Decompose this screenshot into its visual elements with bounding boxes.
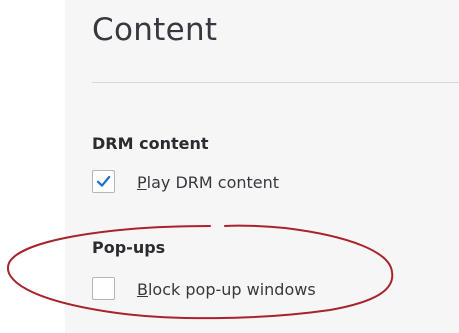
- checkmark-icon: [96, 175, 111, 187]
- block-popups-checkbox[interactable]: [92, 277, 115, 300]
- popups-label-accesskey: B: [137, 280, 148, 299]
- popups-label-text: lock pop-up windows: [147, 280, 316, 299]
- popups-section-heading: Pop-ups: [92, 238, 166, 257]
- drm-checkbox[interactable]: [92, 170, 115, 193]
- title-divider: [92, 82, 459, 83]
- drm-label-text: lay DRM content: [146, 173, 280, 192]
- block-popups-label[interactable]: Block pop-up windows: [137, 280, 316, 299]
- drm-section-heading: DRM content: [92, 134, 209, 153]
- drm-label-accesskey: P: [137, 173, 147, 192]
- page-title: Content: [92, 12, 218, 48]
- drm-checkbox-label[interactable]: Play DRM content: [137, 173, 279, 192]
